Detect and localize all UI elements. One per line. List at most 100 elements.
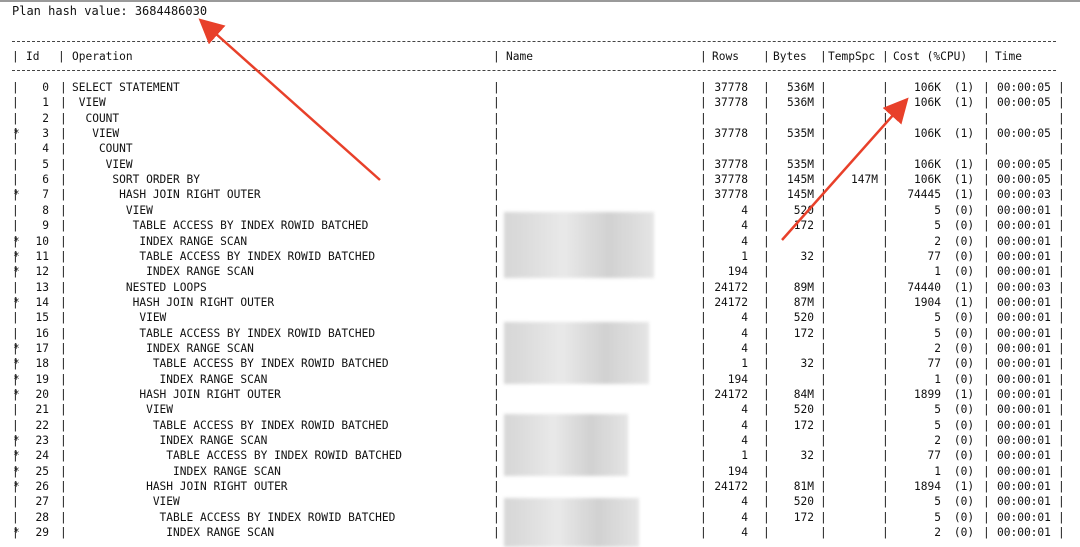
row-time: 00:00:01 bbox=[997, 388, 1051, 401]
row-separator: | bbox=[60, 81, 67, 94]
row-separator: | bbox=[983, 188, 990, 202]
row-cpu: (0) bbox=[953, 357, 975, 371]
header-sep: | bbox=[763, 50, 770, 63]
row-separator: | bbox=[1058, 341, 1065, 355]
row-separator: | bbox=[493, 157, 500, 171]
row-operation: COUNT bbox=[72, 111, 120, 125]
row-separator: | bbox=[882, 449, 889, 463]
row-rows: 194 bbox=[727, 372, 748, 386]
row-cpu: (0) bbox=[953, 341, 975, 355]
row-rows: 4 bbox=[741, 526, 748, 540]
row-separator: | bbox=[882, 142, 889, 156]
header-id: Id bbox=[26, 50, 40, 63]
row-cpu: (0) bbox=[953, 203, 975, 217]
table-row: | * 26 HASH JOIN RIGHT OUTER 24172 81M 1894 (1… bbox=[0, 479, 1080, 494]
row-separator: | bbox=[60, 295, 67, 309]
row-separator: | bbox=[60, 434, 67, 448]
row-separator: | bbox=[882, 418, 889, 432]
redacted-name-block bbox=[504, 498, 639, 547]
row-separator: | bbox=[700, 111, 707, 125]
row-separator: | bbox=[820, 526, 827, 540]
row-time: 00:00:01 bbox=[997, 203, 1051, 217]
row-cpu: (0) bbox=[953, 526, 975, 540]
row-separator: | bbox=[882, 388, 889, 401]
row-rows: 1 bbox=[741, 249, 748, 263]
row-separator: | bbox=[1058, 280, 1065, 294]
header-sep: | bbox=[700, 50, 707, 63]
header-sep: | bbox=[820, 50, 827, 63]
row-cost: 106K bbox=[914, 96, 941, 110]
row-id: 16 bbox=[35, 326, 49, 340]
row-separator: | bbox=[763, 388, 770, 401]
row-separator: | bbox=[700, 203, 707, 217]
row-cost: 5 bbox=[934, 510, 941, 524]
table-row: | * 14 HASH JOIN RIGHT OUTER 24172 87M 1904 (1… bbox=[0, 295, 1080, 310]
row-cpu: (0) bbox=[953, 434, 975, 448]
row-separator: | bbox=[493, 111, 500, 125]
row-separator: | bbox=[60, 464, 67, 478]
row-separator: | bbox=[820, 280, 827, 294]
row-separator: | bbox=[763, 341, 770, 355]
row-cost: 106K bbox=[914, 81, 941, 94]
row-cost: 5 bbox=[934, 326, 941, 340]
row-separator: | bbox=[12, 111, 19, 125]
row-separator: | bbox=[820, 341, 827, 355]
row-separator: | bbox=[700, 388, 707, 401]
row-separator: | bbox=[882, 357, 889, 371]
row-separator: | bbox=[493, 142, 500, 156]
row-bytes: 536M bbox=[787, 81, 814, 94]
row-separator: | bbox=[820, 372, 827, 386]
row-operation: INDEX RANGE SCAN bbox=[72, 526, 275, 540]
row-separator: | bbox=[700, 188, 707, 202]
row-separator: | bbox=[983, 357, 990, 371]
row-operation: TABLE ACCESS BY INDEX ROWID BATCHED bbox=[72, 449, 403, 463]
header-sep: | bbox=[882, 50, 889, 63]
row-rows: 4 bbox=[741, 341, 748, 355]
row-separator: | bbox=[700, 234, 707, 248]
row-cost: 77 bbox=[927, 449, 941, 463]
row-operation: COUNT bbox=[72, 142, 133, 156]
row-separator: | bbox=[882, 480, 889, 494]
header-sep: | bbox=[12, 50, 19, 63]
row-bytes: 87M bbox=[793, 295, 814, 309]
row-rows: 37778 bbox=[714, 157, 748, 171]
row-id: 4 bbox=[42, 142, 49, 156]
row-separator: | bbox=[700, 295, 707, 309]
row-separator: | bbox=[882, 157, 889, 171]
header-time: Time bbox=[995, 50, 1022, 63]
row-id: 14 bbox=[35, 295, 49, 309]
row-id: 17 bbox=[35, 341, 49, 355]
row-separator: | bbox=[1058, 188, 1065, 202]
row-separator: | bbox=[493, 203, 500, 217]
row-separator: | bbox=[820, 510, 827, 524]
row-time: 00:00:01 bbox=[997, 418, 1051, 432]
header-tempspc: TempSpc bbox=[828, 50, 876, 63]
row-id: 10 bbox=[35, 234, 49, 248]
row-separator: | bbox=[12, 403, 19, 417]
row-separator: | bbox=[882, 464, 889, 478]
row-cost: 5 bbox=[934, 495, 941, 509]
row-operation: INDEX RANGE SCAN bbox=[72, 464, 281, 478]
row-separator: | bbox=[820, 219, 827, 233]
row-separator: | bbox=[763, 510, 770, 524]
row-separator: | bbox=[882, 510, 889, 524]
row-separator: | bbox=[60, 326, 67, 340]
row-time: 00:00:01 bbox=[997, 341, 1051, 355]
row-time: 00:00:05 bbox=[997, 127, 1051, 141]
row-separator: | bbox=[820, 464, 827, 478]
row-separator: | bbox=[820, 480, 827, 494]
row-rows: 4 bbox=[741, 234, 748, 248]
row-rows: 24172 bbox=[714, 480, 748, 494]
row-separator: | bbox=[700, 142, 707, 156]
row-separator: | bbox=[700, 265, 707, 279]
row-separator: | bbox=[983, 434, 990, 448]
row-separator: | bbox=[1058, 464, 1065, 478]
row-rows: 24172 bbox=[714, 388, 748, 401]
row-operation: VIEW bbox=[72, 96, 106, 110]
row-cost: 1894 bbox=[914, 480, 941, 494]
row-cpu: (1) bbox=[953, 157, 975, 171]
row-separator: | bbox=[882, 111, 889, 125]
row-separator: | bbox=[882, 372, 889, 386]
row-bytes: 172 bbox=[793, 326, 814, 340]
row-separator: | bbox=[763, 96, 770, 110]
